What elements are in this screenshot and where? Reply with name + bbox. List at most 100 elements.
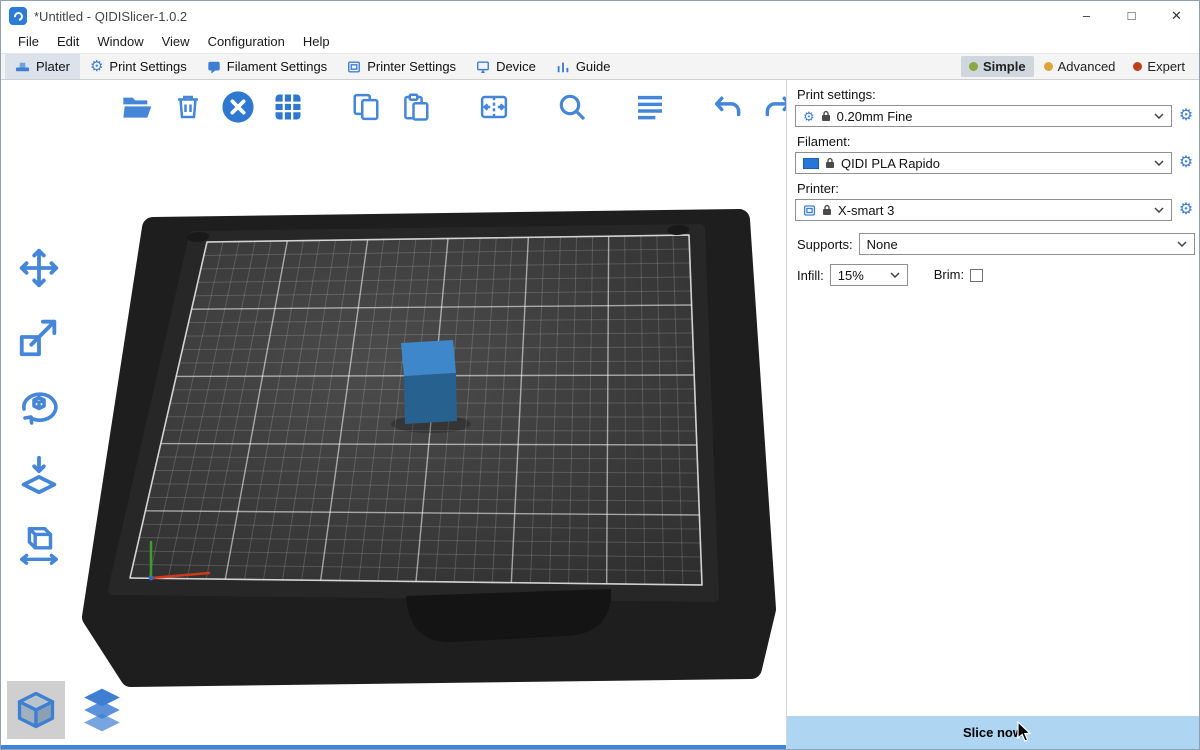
tab-print-settings[interactable]: ⚙ Print Settings [80,54,197,79]
tab-printer-settings[interactable]: Printer Settings [337,54,466,79]
tab-plater-label: Plater [36,59,70,74]
gear-icon: ⚙ [1179,201,1193,218]
move-tool-button[interactable] [13,242,65,294]
variable-layer-height-button[interactable] [631,88,669,126]
tab-filament-settings[interactable]: Filament Settings [197,54,337,79]
undo-button[interactable] [709,88,747,126]
tab-device-label: Device [496,59,536,74]
undo-icon [711,92,745,122]
edit-printer-button[interactable]: ⚙ [1177,202,1195,218]
advanced-mode-dot-icon [1044,62,1053,71]
measure-tool-button[interactable] [13,518,65,570]
gizmo-toolbar [13,242,65,570]
printer-label: Printer: [797,181,1195,196]
expert-mode-dot-icon [1133,62,1142,71]
plater-icon [15,59,30,74]
gear-icon: ⚙ [90,59,103,74]
tab-guide-label: Guide [576,59,611,74]
paste-button[interactable] [397,88,435,126]
preview-layers-view-button[interactable] [73,681,131,739]
slice-now-button[interactable]: Slice now [787,716,1199,749]
paste-icon [401,92,431,122]
viewport-bottom-bar [1,745,786,749]
supports-combo[interactable]: None [859,233,1195,255]
maximize-button[interactable]: □ [1109,1,1154,31]
move-icon [16,245,62,291]
printer-combo[interactable]: X-smart 3 [795,199,1172,221]
printer-icon [803,204,816,217]
layers-view-icon [79,685,125,735]
mode-advanced[interactable]: Advanced [1036,56,1124,77]
measure-icon [16,521,62,567]
copy-button[interactable] [347,88,385,126]
menu-help[interactable]: Help [294,31,339,53]
edit-filament-button[interactable]: ⚙ [1177,155,1195,171]
filament-label: Filament: [797,134,1195,149]
3d-editor-view-button[interactable] [7,681,65,739]
printer-settings-icon [347,60,361,74]
gear-icon: ⚙ [1179,154,1193,171]
tab-print-settings-label: Print Settings [109,59,186,74]
print-settings-label: Print settings: [797,87,1195,102]
supports-label: Supports: [797,237,853,252]
scale-tool-button[interactable] [13,311,65,363]
mode-simple-label: Simple [983,59,1026,74]
mouse-cursor [1017,721,1033,743]
open-file-button[interactable] [119,88,157,126]
tab-device[interactable]: Device [466,54,546,79]
tab-guide[interactable]: Guide [546,54,621,79]
chevron-down-icon [1177,241,1187,247]
mode-simple[interactable]: Simple [961,56,1034,77]
app-logo-icon [9,7,27,25]
filament-color-swatch [803,158,819,169]
rotate-tool-button[interactable] [13,380,65,432]
chevron-down-icon [1154,113,1164,119]
delete-all-button[interactable] [219,88,257,126]
supports-value: None [867,237,898,252]
brim-label: Brim: [934,267,964,282]
redo-button[interactable] [759,88,787,126]
place-on-face-tool-button[interactable] [13,449,65,501]
search-button[interactable] [553,88,591,126]
brim-checkbox[interactable] [970,269,983,282]
split-objects-button[interactable] [475,88,513,126]
infill-label: Infill: [797,268,824,283]
print-settings-combo[interactable]: ⚙ 0.20mm Fine [795,105,1172,127]
delete-all-icon [221,90,255,124]
lock-icon [825,157,835,169]
mode-expert[interactable]: Expert [1125,56,1193,77]
print-settings-value: 0.20mm Fine [837,109,913,124]
gear-icon: ⚙ [1179,107,1193,124]
redo-icon [761,92,787,122]
search-icon [556,91,588,123]
tab-bar: Plater ⚙ Print Settings Filament Setting… [1,53,1199,80]
menu-edit[interactable]: Edit [48,31,88,53]
3d-viewport[interactable] [1,80,787,749]
filament-icon [207,60,221,74]
menu-configuration[interactable]: Configuration [199,31,294,53]
menu-view[interactable]: View [153,31,199,53]
close-button[interactable]: ✕ [1154,1,1199,31]
minimize-button[interactable]: – [1064,1,1109,31]
guide-icon [556,60,570,74]
title-bar: *Untitled - QIDISlicer-1.0.2 – □ ✕ [1,1,1199,31]
menu-file[interactable]: File [9,31,48,53]
delete-button[interactable] [169,88,207,126]
filament-combo[interactable]: QIDI PLA Rapido [795,152,1172,174]
view-switch [7,681,131,739]
arrange-button[interactable] [269,88,307,126]
main-area: Print settings: ⚙ 0.20mm Fine ⚙ Filament… [1,80,1199,749]
infill-combo[interactable]: 15% [830,264,908,286]
app-window: *Untitled - QIDISlicer-1.0.2 – □ ✕ File … [0,0,1200,750]
copy-icon [351,92,381,122]
window-controls: – □ ✕ [1064,1,1199,31]
chevron-down-icon [1154,160,1164,166]
mode-advanced-label: Advanced [1058,59,1116,74]
model-cube[interactable] [401,340,457,424]
layers-list-icon [634,91,666,123]
edit-print-settings-button[interactable]: ⚙ [1177,108,1195,124]
menu-window[interactable]: Window [88,31,152,53]
chevron-down-icon [1154,207,1164,213]
print-bed-scene[interactable] [1,80,787,749]
tab-plater[interactable]: Plater [5,54,80,79]
